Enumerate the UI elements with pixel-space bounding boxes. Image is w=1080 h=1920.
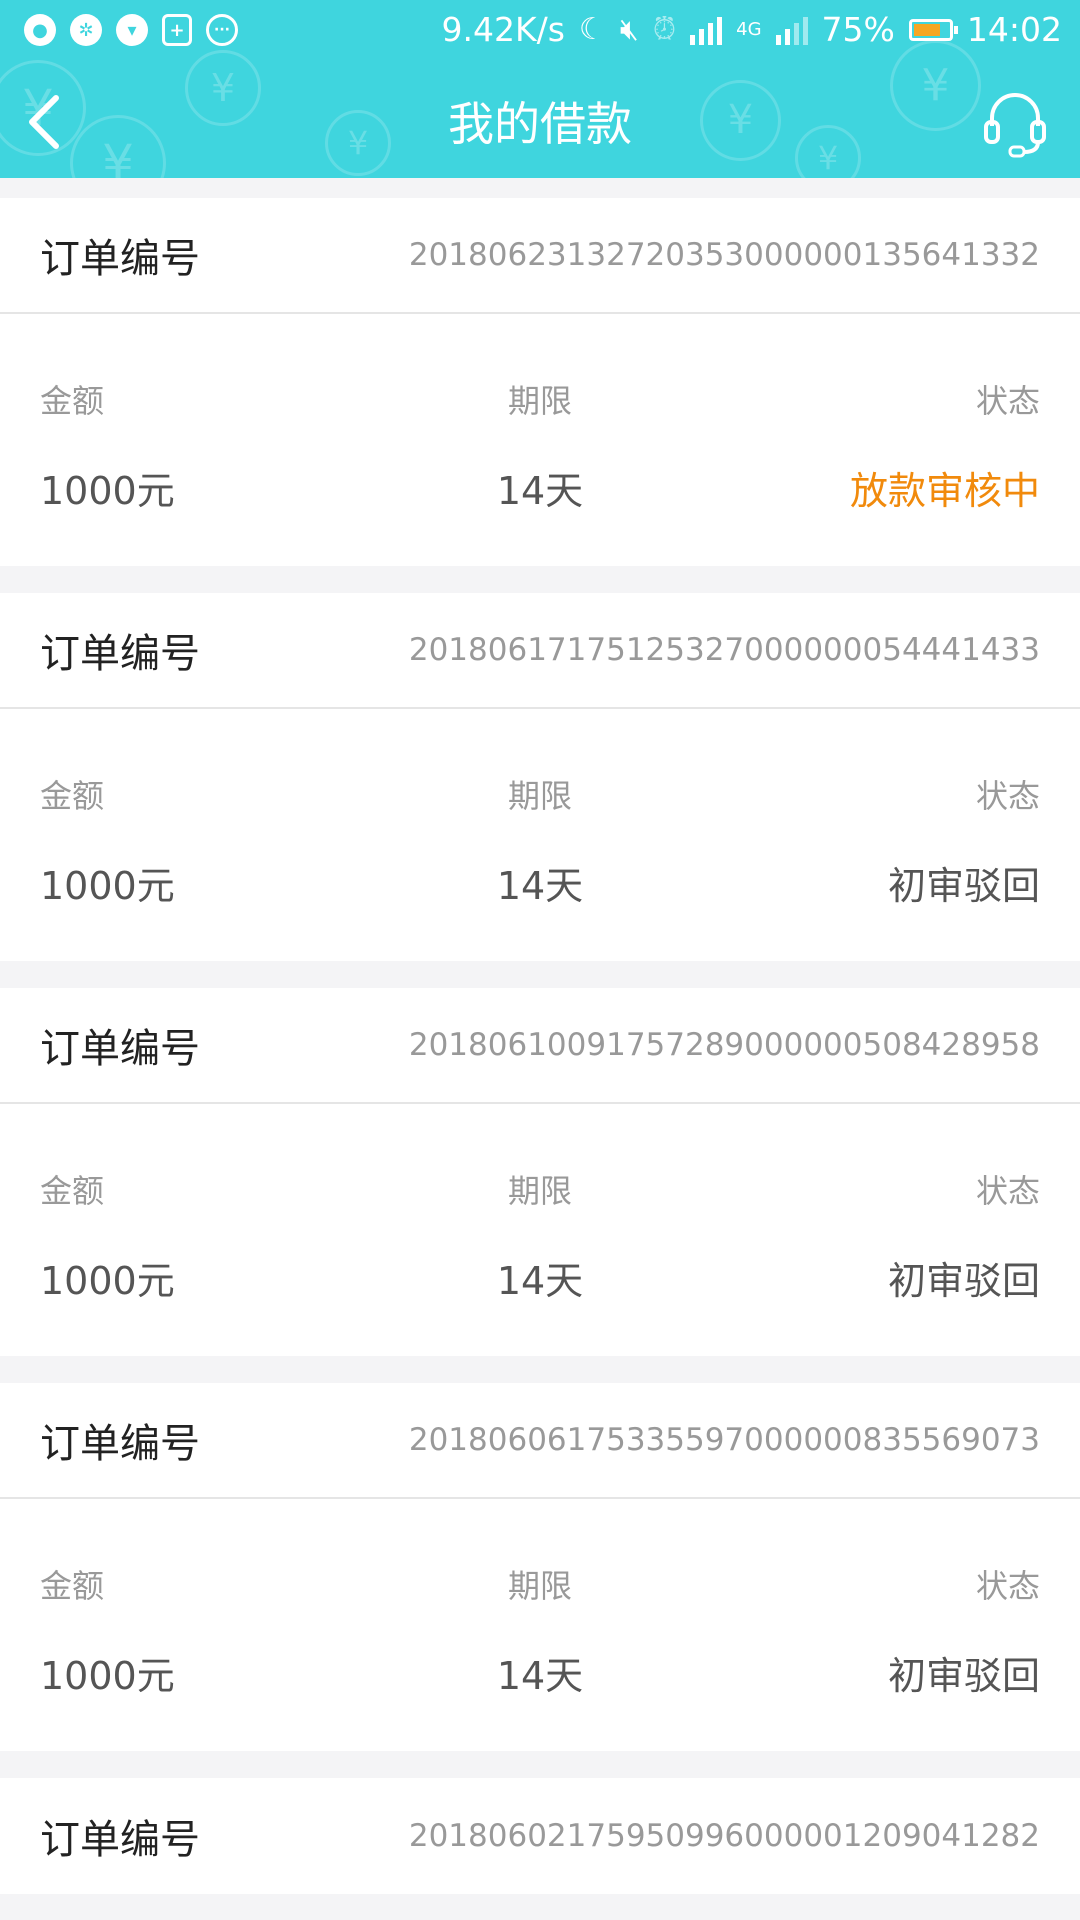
clock: 14:02 — [966, 10, 1062, 49]
order-row: 订单编号 20180610091757289000000508428958 — [0, 988, 1080, 1104]
order-row: 订单编号 20180617175125327000000054441433 — [0, 593, 1080, 709]
amount-value: 1000元 — [40, 1259, 175, 1303]
network-type: 4G — [736, 19, 762, 40]
term-label: 期限 — [507, 382, 572, 420]
loan-details: 金额 1000元 期限 14天 状态 初审驳回 — [0, 709, 1080, 961]
shield-icon: ▾ — [116, 14, 148, 46]
order-row: 订单编号 20180606175335597000000835569073 — [0, 1383, 1080, 1499]
loan-card[interactable]: 订单编号 20180623132720353000000135641332 金额… — [0, 198, 1080, 566]
term-value: 14天 — [496, 469, 584, 513]
page-title: 我的借款 — [448, 97, 632, 151]
amount-value: 1000元 — [40, 864, 175, 908]
amount-label: 金额 — [40, 1567, 105, 1605]
status-label: 状态 — [975, 382, 1040, 420]
order-number: 20180606175335597000000835569073 — [408, 1422, 1040, 1458]
cell-signal-icon — [775, 15, 808, 45]
order-number: 20180623132720353000000135641332 — [408, 237, 1040, 273]
amount-label: 金额 — [40, 382, 105, 420]
net-speed: 9.42K/s — [441, 10, 565, 49]
loan-card[interactable]: 订单编号 20180617175125327000000054441433 金额… — [0, 593, 1080, 961]
order-row: 订单编号 20180623132720353000000135641332 — [0, 198, 1080, 314]
status-bar: ● ✲ ▾ + ··· 9.42K/s ☾ 🔇︎ ⏰︎ 4G 75% 14:02 — [0, 0, 1080, 62]
app-header: ¥ ¥ ¥ ¥ ¥ ¥ ¥ ● ✲ ▾ + ··· 9.42K/s ☾ 🔇︎ ⏰… — [0, 0, 1080, 178]
battery-saver-icon: + — [162, 14, 192, 46]
amount-label: 金额 — [40, 1172, 105, 1210]
wechat-icon: ● — [24, 14, 56, 46]
mute-icon: 🔇︎ — [619, 12, 639, 47]
term-label: 期限 — [507, 777, 572, 815]
amount-value: 1000元 — [40, 1654, 175, 1698]
term-value: 14天 — [496, 1654, 584, 1698]
status-value: 初审驳回 — [887, 864, 1040, 908]
loan-details: 金额 1000元 期限 14天 状态 放款审核中 — [0, 314, 1080, 566]
status-value: 初审驳回 — [887, 1654, 1040, 1698]
order-label: 订单编号 — [40, 1026, 200, 1072]
term-label: 期限 — [507, 1172, 572, 1210]
status-label: 状态 — [975, 1567, 1040, 1605]
order-label: 订单编号 — [40, 236, 200, 282]
loan-card[interactable]: 订单编号 20180610091757289000000508428958 金额… — [0, 988, 1080, 1356]
customer-service-icon[interactable] — [980, 88, 1050, 158]
status-value: 放款审核中 — [849, 469, 1040, 513]
order-number: 20180617175125327000000054441433 — [408, 632, 1040, 668]
order-label: 订单编号 — [40, 631, 200, 677]
loan-card[interactable]: 订单编号 20180602175950996000001209041282 — [0, 1778, 1080, 1894]
alarm-icon: ⏰︎ — [652, 12, 677, 47]
wifi-signal-icon — [690, 15, 723, 45]
order-row: 订单编号 20180602175950996000001209041282 — [0, 1778, 1080, 1894]
status-value: 初审驳回 — [887, 1259, 1040, 1303]
battery-icon — [908, 18, 958, 41]
order-label: 订单编号 — [40, 1817, 200, 1863]
battery-percent: 75% — [821, 10, 895, 49]
order-label: 订单编号 — [40, 1421, 200, 1467]
status-label: 状态 — [975, 777, 1040, 815]
sync-icon: ✲ — [70, 14, 102, 46]
amount-label: 金额 — [40, 777, 105, 815]
moon-icon: ☾ — [578, 12, 606, 47]
loan-details: 金额 1000元 期限 14天 状态 初审驳回 — [0, 1499, 1080, 1751]
loan-card[interactable]: 订单编号 20180606175335597000000835569073 金额… — [0, 1383, 1080, 1751]
term-value: 14天 — [496, 1259, 584, 1303]
order-number: 20180610091757289000000508428958 — [408, 1027, 1040, 1063]
term-label: 期限 — [507, 1567, 572, 1605]
more-icon: ··· — [206, 14, 238, 46]
loan-details: 金额 1000元 期限 14天 状态 初审驳回 — [0, 1104, 1080, 1356]
term-value: 14天 — [496, 864, 584, 908]
amount-value: 1000元 — [40, 469, 175, 513]
status-label: 状态 — [975, 1172, 1040, 1210]
order-number: 20180602175950996000001209041282 — [408, 1818, 1040, 1854]
